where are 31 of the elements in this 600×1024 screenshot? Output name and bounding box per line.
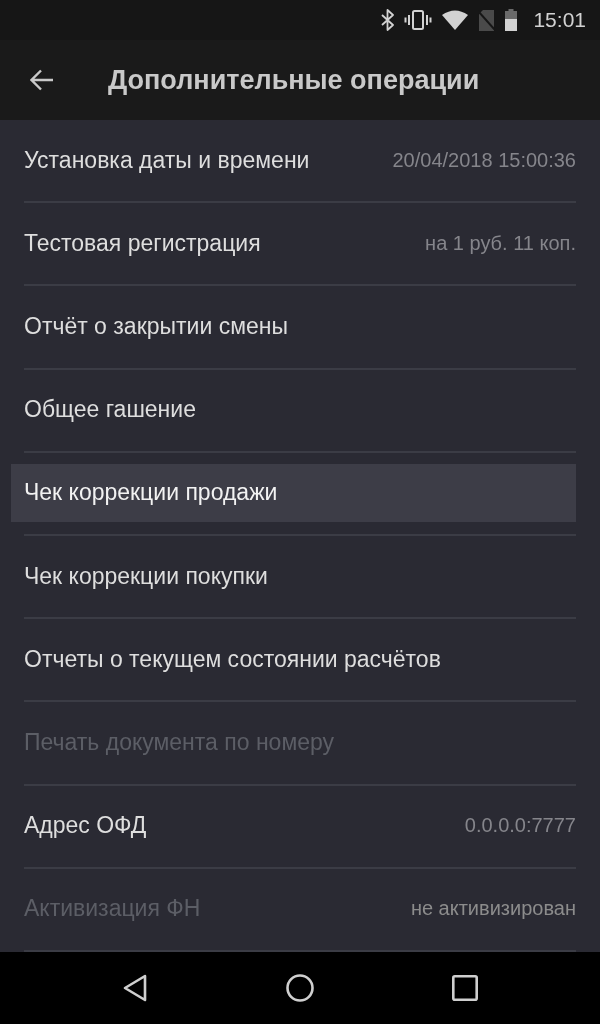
item-label: Установка даты и времени	[24, 146, 310, 174]
item-label: Отчеты о текущем состоянии расчётов	[24, 645, 441, 673]
item-label: Отчёт о закрытии смены	[24, 313, 288, 340]
bluetooth-icon	[381, 9, 395, 31]
menu-item[interactable]: Адрес ОФД 0.0.0.0:7777	[11, 796, 576, 855]
menu-item[interactable]: Отчёт о закрытии смены	[11, 297, 576, 356]
item-label: Общее гашение	[24, 396, 196, 424]
item-value: 20/04/2018 15:00:36	[392, 148, 576, 172]
back-arrow-icon	[30, 69, 54, 91]
menu-item[interactable]: Отчеты о текущем состоянии расчётов	[11, 630, 576, 689]
no-sim-icon	[478, 9, 496, 31]
item-label: Чек коррекции продажи	[24, 479, 278, 507]
item-label: Тестовая регистрация	[24, 229, 261, 257]
item-label: Адрес ОФД	[24, 812, 147, 840]
back-triangle-icon	[123, 974, 147, 1002]
battery-icon	[505, 9, 518, 31]
menu-item[interactable]: Тестовая регистрация на 1 руб. 11 коп.	[11, 214, 576, 273]
menu-item[interactable]: Общее гашение	[11, 380, 576, 439]
recents-square-icon	[452, 975, 478, 1001]
menu-item[interactable]: Чек коррекции продажи	[11, 463, 576, 522]
item-value: на 1 руб. 11 коп.	[425, 231, 576, 255]
menu-item[interactable]: Установка даты и времени 20/04/2018 15:00:36	[11, 131, 576, 190]
item-value: не активизирован	[410, 897, 576, 921]
menu-item[interactable]: Чек коррекции покупки	[11, 547, 576, 606]
vibrate-icon	[404, 9, 433, 31]
home-circle-icon	[286, 974, 314, 1002]
item-label: Чек коррекции покупки	[24, 562, 268, 590]
clock-time: 15:01	[533, 8, 586, 32]
item-value: 0.0.0.0:7777	[464, 814, 576, 838]
screen-title: Дополнительные операции	[108, 64, 480, 96]
wifi-icon	[442, 10, 469, 30]
